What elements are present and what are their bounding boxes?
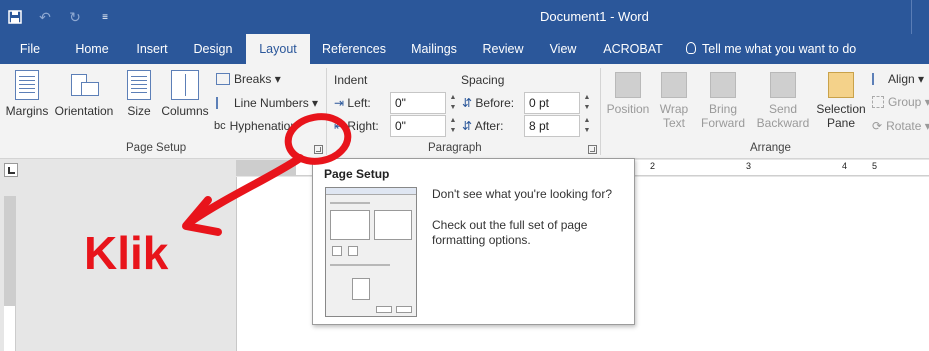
margins-label: Margins <box>5 104 49 118</box>
position-label: Position <box>606 102 650 116</box>
indent-right-label: ⇤ Right: <box>334 119 379 133</box>
save-icon[interactable] <box>0 0 30 34</box>
size-icon <box>127 70 151 100</box>
spacing-before-icon: ⇵ <box>462 96 473 110</box>
align-icon <box>872 73 884 85</box>
send-backward-icon <box>770 72 796 98</box>
tab-references[interactable]: References <box>316 34 392 64</box>
arrange-group-label: Arrange <box>750 142 791 154</box>
paragraph-dialog-launcher[interactable] <box>588 145 597 154</box>
orientation-button[interactable]: Orientation <box>52 70 116 118</box>
page-setup-dialog-preview <box>325 187 417 317</box>
breaks-button[interactable]: Breaks ▾ <box>216 72 281 86</box>
tab-insert[interactable]: Insert <box>124 34 180 64</box>
ruler-number: 5 <box>872 161 878 171</box>
page-setup-dialog-launcher[interactable] <box>314 145 323 154</box>
breaks-icon <box>216 73 230 85</box>
ruler-number: 3 <box>746 161 752 171</box>
ruler-margin-area <box>236 160 296 176</box>
undo-icon[interactable]: ↶ <box>30 0 60 34</box>
tooltip-line-1: Don't see what you're looking for? <box>432 187 613 201</box>
tell-me-box[interactable]: Tell me what you want to do <box>686 34 856 64</box>
paragraph-group-label: Paragraph <box>428 142 482 154</box>
columns-button[interactable]: Columns <box>158 70 212 118</box>
spacing-after-label: ⇵ After: <box>462 119 504 133</box>
spin-arrows[interactable]: ▲ ▼ <box>581 116 593 138</box>
spacing-before-label: ⇵ Before: <box>462 96 515 110</box>
page-setup-tooltip: Page Setup Don't see what you're looking… <box>312 158 635 325</box>
ruler-number: 2 <box>650 161 656 171</box>
tooltip-title: Page Setup <box>324 167 390 181</box>
spin-arrows[interactable]: ▲ ▼ <box>447 116 459 138</box>
indent-left-label: ⇥ Left: <box>334 96 371 110</box>
lightbulb-icon <box>686 42 696 54</box>
tab-view[interactable]: View <box>540 34 586 64</box>
spacing-heading: Spacing <box>461 73 505 87</box>
hyphenation-button[interactable]: bc Hyphenation <box>214 119 297 133</box>
group-separator <box>326 68 327 155</box>
page-setup-group-label: Page Setup <box>126 142 187 154</box>
ruler-number: 4 <box>842 161 848 171</box>
tab-review[interactable]: Review <box>474 34 532 64</box>
tooltip-line-2: Check out the full set of page formattin… <box>432 218 588 247</box>
indent-right-input[interactable]: 0" ▲ ▼ <box>390 115 456 137</box>
selection-pane-button[interactable]: Selection Pane <box>814 72 868 130</box>
align-button[interactable]: Align ▾ <box>872 72 924 86</box>
orientation-label: Orientation <box>54 104 114 118</box>
indent-heading: Indent <box>334 73 368 87</box>
vertical-ruler-margin <box>4 196 16 306</box>
columns-icon <box>171 70 199 100</box>
spin-arrows[interactable]: ▲ ▼ <box>581 93 593 115</box>
indent-right-icon: ⇤ <box>334 119 345 133</box>
line-numbers-icon <box>216 97 230 109</box>
breaks-label: Breaks <box>234 72 272 86</box>
margins-icon <box>15 70 39 100</box>
rotate-button[interactable]: ⟳ Rotate ▾ <box>872 119 929 133</box>
tab-acrobat[interactable]: ACROBAT <box>596 34 670 64</box>
tab-home[interactable]: Home <box>64 34 120 64</box>
redo-icon[interactable]: ↻ <box>60 0 90 34</box>
orientation-icon <box>69 70 99 100</box>
ribbon-layout: Margins Orientation Size Columns Breaks … <box>0 64 929 159</box>
line-numbers-label: Line Numbers <box>234 96 309 110</box>
tab-mailings[interactable]: Mailings <box>400 34 468 64</box>
position-button[interactable]: Position <box>604 72 652 116</box>
tab-layout[interactable]: Layout <box>246 34 310 64</box>
group-separator <box>600 68 601 155</box>
position-icon <box>615 72 641 98</box>
tell-me-text: Tell me what you want to do <box>702 42 857 56</box>
annotation-label: Klik <box>84 227 169 279</box>
send-backward-button[interactable]: Send Backward <box>752 72 814 130</box>
document-title: Document1 - Word <box>540 9 649 24</box>
margins-button[interactable]: Margins <box>4 70 50 118</box>
customize-qat-icon[interactable]: ≡ <box>90 0 120 34</box>
hyphenation-icon: bc <box>214 120 226 132</box>
quick-access-toolbar: ↶ ↻ ≡ <box>0 0 120 34</box>
spacing-after-icon: ⇵ <box>462 119 473 133</box>
spacing-after-input[interactable]: 8 pt ▲ ▼ <box>524 115 590 137</box>
wrap-text-button[interactable]: Wrap Text <box>654 72 694 130</box>
spacing-before-input[interactable]: 0 pt ▲ ▼ <box>524 92 590 114</box>
indent-left-icon: ⇥ <box>334 96 345 110</box>
window-edge <box>911 0 929 34</box>
rotate-icon: ⟳ <box>872 119 883 133</box>
size-button[interactable]: Size <box>122 70 156 118</box>
wrap-text-icon <box>661 72 687 98</box>
size-label: Size <box>127 104 151 118</box>
ribbon-tabs: File Home Insert Design Layout Reference… <box>0 34 929 64</box>
group-button[interactable]: Group ▾ <box>872 95 929 109</box>
title-bar: ↶ ↻ ≡ Document1 - Word <box>0 0 929 34</box>
selection-pane-icon <box>828 72 854 98</box>
bring-forward-button[interactable]: Bring Forward <box>696 72 750 130</box>
indent-left-input[interactable]: 0" ▲ ▼ <box>390 92 456 114</box>
group-icon <box>872 96 884 108</box>
columns-label: Columns <box>161 104 209 118</box>
tab-selector[interactable] <box>4 163 18 177</box>
line-numbers-button[interactable]: Line Numbers ▾ <box>216 96 318 110</box>
tab-file[interactable]: File <box>8 34 52 64</box>
spin-arrows[interactable]: ▲ ▼ <box>447 93 459 115</box>
bring-forward-icon <box>710 72 736 98</box>
hyphenation-label: Hyphenation <box>229 119 298 133</box>
tab-design[interactable]: Design <box>184 34 242 64</box>
